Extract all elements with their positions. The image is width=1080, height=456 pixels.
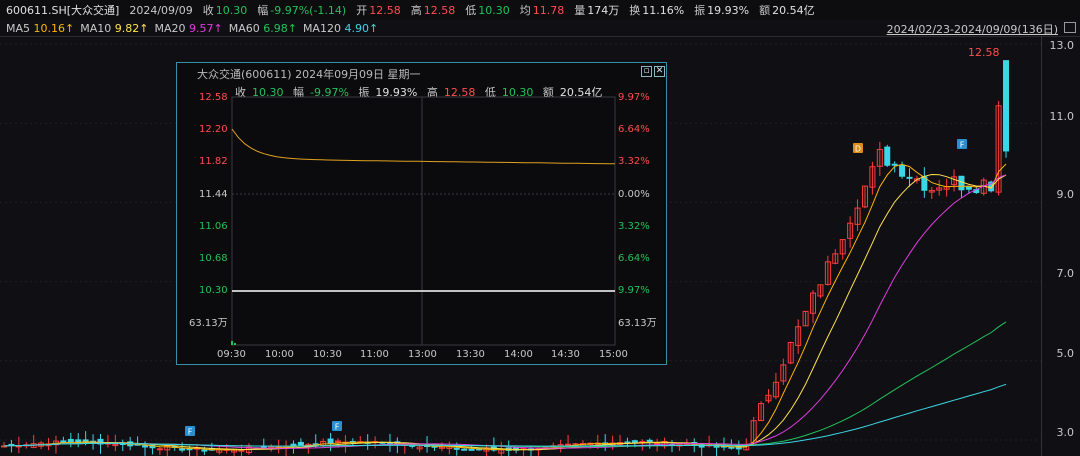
popup-right-tick: 9.97%: [618, 92, 650, 103]
popup-left-tick: 11.82: [199, 156, 228, 167]
turnover-label: 换: [629, 4, 641, 17]
candle-body: [906, 176, 913, 179]
popup-right-tick: 3.32%: [618, 221, 650, 232]
turnover-value: 11.16%: [642, 3, 685, 17]
quote-date: 2024/09/09: [129, 3, 193, 17]
candle-body: [60, 440, 67, 443]
high-value: 12.58: [423, 3, 456, 17]
close-value: 10.30: [215, 3, 248, 17]
popup-left-tick: 11.44: [199, 189, 228, 200]
candle-body: [82, 439, 89, 442]
candle-body: [156, 448, 163, 451]
candle-body: [290, 443, 297, 446]
candle-body: [327, 438, 334, 444]
high-label: 高: [410, 4, 422, 17]
avg-value: 11.78: [532, 3, 565, 17]
y-tick-7: 7.0: [1056, 267, 1075, 280]
candle-body: [461, 448, 468, 451]
event-marker-label: F: [335, 423, 340, 432]
time-tick: 11:00: [360, 349, 389, 360]
candle-body: [728, 446, 735, 449]
popup-right-tick: 9.97%: [618, 285, 650, 296]
max-price-tag: 12.58: [968, 46, 1000, 59]
ma60-legend[interactable]: MA60 6.98↑: [229, 22, 297, 35]
change-label: 幅: [257, 4, 269, 17]
candle-body: [201, 449, 208, 452]
popup-left-tick: 11.06: [199, 221, 228, 232]
candle-body: [899, 164, 906, 177]
candle-body: [631, 440, 638, 443]
ma20-legend[interactable]: MA20 9.57↑: [154, 22, 222, 35]
time-tick: 14:00: [504, 349, 533, 360]
open-label: 开: [356, 4, 368, 17]
range-menu-icon[interactable]: [1064, 22, 1076, 33]
popup-left-tick: 10.30: [199, 285, 228, 296]
time-tick: 13:30: [456, 349, 485, 360]
ma120-legend[interactable]: MA120 4.90↑: [303, 22, 378, 35]
popup-right-tick: 3.32%: [618, 156, 650, 167]
vol-label: 量: [574, 4, 586, 17]
avg-price-line: [231, 128, 616, 165]
candle-body: [958, 175, 965, 191]
popup-left-tick: 10.68: [199, 253, 228, 264]
change-value: -9.97%(-1.14): [270, 3, 347, 17]
candle-body: [297, 441, 304, 446]
ma5-legend[interactable]: MA5 10.16↑: [6, 22, 74, 35]
candle-body: [142, 445, 149, 448]
amount-label: 额: [759, 4, 771, 17]
y-tick-9: 9.0: [1056, 188, 1075, 201]
time-tick: 14:30: [551, 349, 580, 360]
popup-right-tick: 6.64%: [618, 124, 650, 135]
time-tick: 10:00: [265, 349, 294, 360]
popup-vol-right: 63.13万: [618, 318, 657, 329]
date-range[interactable]: 2024/02/23-2024/09/09(136日): [887, 21, 1058, 37]
intraday-popup[interactable]: 大众交通(600611) 2024年09月09日 星期一 ▫ ✕ 收 10.30 …: [176, 62, 667, 365]
avg-label: 均: [519, 4, 531, 17]
candle-body: [1003, 60, 1009, 152]
ma120-line: [3, 383, 1007, 447]
close-label: 收: [202, 4, 214, 17]
low-label: 低: [465, 4, 477, 17]
candle-body: [468, 448, 475, 451]
amplitude-label: 振: [694, 4, 706, 17]
event-marker-label: F: [188, 428, 193, 437]
amount-value: 20.54亿: [772, 4, 815, 17]
candle-body: [179, 448, 186, 451]
event-marker-label: F: [960, 141, 965, 150]
low-value: 10.30: [478, 3, 510, 17]
quote-header: 600611.SH[大众交通] 2024/09/09 收 10.30 幅 -9.97…: [0, 0, 1080, 20]
time-tick: 13:00: [408, 349, 437, 360]
popup-left-tick: 12.20: [199, 124, 228, 135]
candle-body: [453, 447, 460, 450]
popup-right-tick: 0.00%: [618, 189, 650, 200]
time-tick: 15:00: [599, 349, 628, 360]
y-tick-13: 13.0: [1049, 39, 1075, 52]
amplitude-value: 19.93%: [707, 3, 750, 17]
candle-body: [646, 439, 653, 442]
y-tick-3: 3.0: [1056, 426, 1075, 439]
open-value: 12.58: [369, 3, 401, 17]
time-tick: 10:30: [313, 349, 342, 360]
time-tick: 09:30: [217, 349, 246, 360]
stock-code[interactable]: 600611.SH[大众交通]: [6, 2, 119, 18]
popup-vol-left: 63.13万: [189, 318, 228, 329]
candle-body: [565, 443, 572, 446]
y-tick-5: 5.0: [1056, 347, 1075, 360]
candle-body: [884, 146, 891, 166]
intraday-chart: [231, 96, 616, 346]
vol-value: 174万: [587, 4, 620, 17]
candle-body: [67, 438, 74, 443]
event-marker-label: D: [855, 145, 861, 154]
ma10-legend[interactable]: MA10 9.82↑: [80, 22, 148, 35]
y-tick-11: 11.0: [1049, 110, 1075, 123]
price-axis: 13.0 11.0 9.0 7.0 5.0 3.0: [1041, 36, 1080, 456]
candle-body: [891, 163, 898, 166]
popup-right-tick: 6.64%: [618, 253, 650, 264]
candle-body: [965, 186, 972, 190]
popup-left-tick: 12.58: [199, 92, 228, 103]
